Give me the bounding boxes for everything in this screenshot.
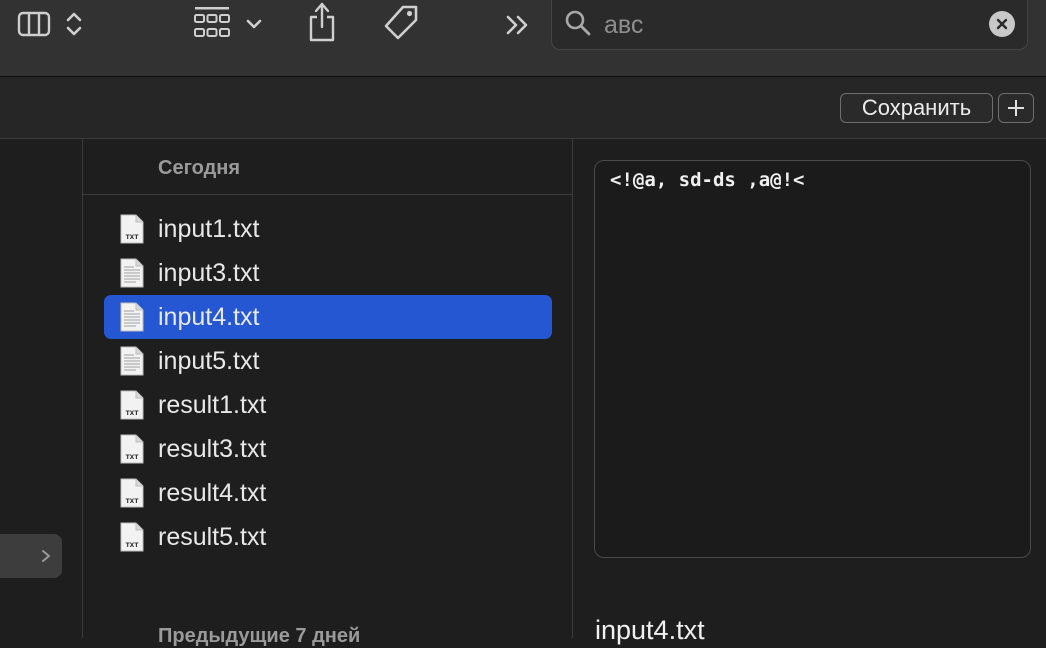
file-name: input1.txt	[158, 215, 260, 243]
preview-column: <!@a, sd-ds ,a@!< input4.txt	[573, 139, 1046, 645]
file-item[interactable]: input5.txt	[104, 339, 552, 383]
file-name: input3.txt	[158, 259, 260, 287]
sort-updown-icon[interactable]	[63, 9, 85, 39]
file-item[interactable]: TXT result5.txt	[104, 515, 552, 559]
clear-icon[interactable]	[989, 11, 1015, 37]
file-name: input5.txt	[158, 347, 260, 375]
tag-icon[interactable]	[380, 3, 422, 43]
file-name: result3.txt	[158, 435, 267, 463]
share-icon[interactable]	[305, 1, 339, 43]
file-item[interactable]: TXT input1.txt	[104, 207, 552, 251]
preview-box: <!@a, sd-ds ,a@!<	[594, 160, 1031, 558]
search-field[interactable]	[551, 0, 1028, 50]
svg-text:TXT: TXT	[126, 542, 140, 549]
svg-text:TXT: TXT	[126, 410, 140, 417]
parent-column	[0, 139, 83, 638]
search-input[interactable]	[604, 11, 984, 39]
file-name: input4.txt	[158, 303, 260, 331]
save-button[interactable]: Сохранить	[840, 93, 993, 123]
svg-text:TXT: TXT	[126, 234, 140, 241]
txt-file-icon: TXT	[119, 214, 145, 244]
parent-folder-item[interactable]	[0, 534, 62, 578]
file-column: Сегодня TXT input1.txt input3.txt input4.tx…	[83, 139, 573, 647]
file-list: TXT input1.txt input3.txt input4.txt input5.…	[104, 207, 552, 559]
svg-text:TXT: TXT	[126, 498, 140, 505]
section-header-previous: Предыдущие 7 дней	[158, 625, 361, 647]
text-document-icon	[119, 258, 145, 288]
chevron-down-icon[interactable]	[244, 14, 264, 34]
search-icon	[564, 9, 592, 37]
preview-content: <!@a, sd-ds ,a@!<	[610, 169, 805, 191]
group-grid-icon[interactable]	[192, 5, 232, 41]
text-document-icon	[119, 302, 145, 332]
columns-view-icon[interactable]	[17, 10, 51, 38]
text-document-icon	[119, 346, 145, 376]
save-bar: Сохранить	[0, 77, 1046, 139]
overflow-chevrons-icon[interactable]	[503, 12, 533, 38]
preview-filename: input4.txt	[595, 615, 705, 645]
chevron-right-icon	[41, 549, 51, 568]
add-button[interactable]	[998, 93, 1034, 123]
file-item[interactable]: TXT result3.txt	[104, 427, 552, 471]
file-item[interactable]: input4.txt	[104, 295, 552, 339]
file-item[interactable]: input3.txt	[104, 251, 552, 295]
txt-file-icon: TXT	[119, 522, 145, 552]
section-header-today: Сегодня	[158, 157, 241, 179]
txt-file-icon: TXT	[119, 478, 145, 508]
svg-text:TXT: TXT	[126, 454, 140, 461]
file-name: result1.txt	[158, 391, 267, 419]
file-name: result4.txt	[158, 479, 267, 507]
file-item[interactable]: TXT result1.txt	[104, 383, 552, 427]
toolbar	[0, 0, 1046, 77]
plus-icon	[1006, 98, 1026, 118]
file-name: result5.txt	[158, 523, 267, 551]
section-divider	[83, 194, 572, 195]
txt-file-icon: TXT	[119, 434, 145, 464]
txt-file-icon: TXT	[119, 390, 145, 420]
file-item[interactable]: TXT result4.txt	[104, 471, 552, 515]
